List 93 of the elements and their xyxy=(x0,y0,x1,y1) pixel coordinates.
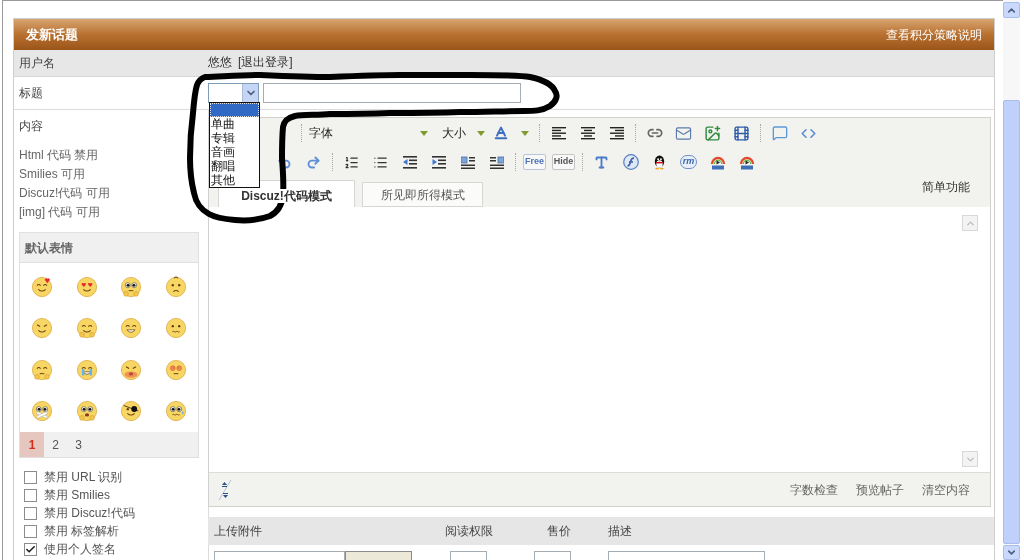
checkbox[interactable] xyxy=(24,470,37,484)
numbered-list-icon[interactable] xyxy=(344,154,359,170)
font-color-caret-icon[interactable] xyxy=(521,130,529,136)
crying-smiley-icon[interactable] xyxy=(75,358,98,381)
font-menu[interactable]: 字体 xyxy=(306,123,430,143)
type-option[interactable]: 单曲 xyxy=(210,117,259,131)
option-label: 禁用 Smilies xyxy=(44,487,110,504)
type-option[interactable]: 音画 xyxy=(210,145,259,159)
video-gauge-icon[interactable] xyxy=(738,154,755,170)
chevron-down-icon xyxy=(1006,547,1017,558)
credits-policy-link[interactable]: 查看积分策略说明 xyxy=(886,25,982,44)
editor-action-link[interactable]: 清空内容 xyxy=(922,480,970,499)
eyepatch-smiley-icon[interactable] xyxy=(120,400,143,422)
float-right-icon[interactable] xyxy=(489,155,504,169)
dizzy-smiley-icon[interactable] xyxy=(164,358,187,381)
size-menu[interactable]: 大小 xyxy=(440,123,486,143)
subject-label: 标题 xyxy=(18,85,44,102)
type-option[interactable]: 专辑 xyxy=(210,131,259,145)
content-label: 内容 xyxy=(19,118,43,135)
outdent-icon[interactable] xyxy=(402,155,417,169)
option-label: 禁用 URL 识别 xyxy=(44,469,123,486)
username-label: 用户名 xyxy=(18,55,56,72)
sweating-smiley-icon[interactable] xyxy=(164,400,187,422)
option-label: 禁用 标签解析 xyxy=(44,523,120,540)
smug-smiley-icon[interactable] xyxy=(31,317,54,339)
editor-mode-tab[interactable]: 所见即所得模式 xyxy=(362,182,483,207)
blushing-smiley-icon[interactable] xyxy=(31,275,54,298)
option-label: 禁用 Discuz!代码 xyxy=(44,505,135,522)
type-select[interactable] xyxy=(208,83,259,103)
code-status-text: [img] 代码 可用 xyxy=(19,204,100,221)
code-status-text: Discuz!代码 可用 xyxy=(19,185,110,202)
hide-tag-button[interactable]: Hide xyxy=(551,154,576,170)
free-tag-button[interactable]: Free xyxy=(523,154,546,170)
email-icon[interactable] xyxy=(675,124,692,142)
shy-smiley-icon[interactable] xyxy=(31,358,54,381)
subject-input[interactable] xyxy=(263,83,521,103)
caret-icon xyxy=(477,130,485,136)
font-icon[interactable] xyxy=(594,154,609,170)
attachments-column-heading: 售价 xyxy=(547,524,571,538)
attachments-column-heading: 描述 xyxy=(608,524,632,538)
angry-smiley-icon[interactable] xyxy=(120,358,143,381)
audio-gauge-icon[interactable] xyxy=(709,154,726,170)
checkbox[interactable] xyxy=(24,488,37,502)
align-left-icon[interactable] xyxy=(551,126,566,140)
check-icon xyxy=(25,543,36,555)
video-icon[interactable] xyxy=(733,124,750,142)
type-option[interactable] xyxy=(210,103,259,117)
description-field[interactable] xyxy=(608,551,765,560)
code-status-text: Html 代码 禁用 xyxy=(19,147,99,164)
option-label: 使用个人签名 xyxy=(44,541,116,558)
bandaged-smiley-icon[interactable] xyxy=(31,400,54,422)
smilies-title: 默认表情 xyxy=(25,239,73,257)
simple-mode-link[interactable]: 简单功能 xyxy=(922,180,970,194)
redo-icon[interactable] xyxy=(306,154,321,170)
page-link[interactable]: 2 xyxy=(44,432,67,457)
read-permission-field[interactable] xyxy=(450,551,487,560)
resize-handle-icon[interactable] xyxy=(218,478,232,501)
caret-icon xyxy=(420,130,428,136)
indent-icon[interactable] xyxy=(431,155,446,169)
panel-title: 发新话题 xyxy=(26,25,78,44)
align-center-icon[interactable] xyxy=(580,126,595,140)
attachments-column-heading: 阅读权限 xyxy=(445,524,493,538)
wide-eyed-smiley-icon[interactable] xyxy=(120,275,143,298)
page-scrollbar-thumb[interactable] xyxy=(1003,100,1020,544)
browse-button[interactable] xyxy=(345,551,412,560)
bulleted-list-icon[interactable] xyxy=(373,154,388,170)
font-color-icon[interactable] xyxy=(492,125,509,141)
type-option[interactable]: 翻唱 xyxy=(210,159,259,173)
float-left-icon[interactable] xyxy=(460,155,475,169)
price-field[interactable] xyxy=(534,551,571,560)
quote-icon[interactable] xyxy=(771,125,788,141)
nervous-smiley-icon[interactable] xyxy=(164,317,187,339)
code-status-text: Smilies 可用 xyxy=(19,166,85,183)
file-path-field[interactable] xyxy=(214,551,345,560)
image-icon[interactable] xyxy=(704,124,721,142)
pleading-smiley-icon[interactable] xyxy=(75,400,98,422)
flash-icon[interactable] xyxy=(622,154,639,170)
penguin-icon[interactable] xyxy=(652,154,667,170)
checkbox[interactable] xyxy=(24,542,37,556)
grinning-smiley-icon[interactable] xyxy=(120,317,143,339)
align-right-icon[interactable] xyxy=(609,126,624,140)
editor-action-link[interactable]: 预览帖子 xyxy=(856,480,904,499)
username-value: 悠悠 xyxy=(208,54,232,69)
page-link[interactable]: 3 xyxy=(67,432,90,457)
heart-eyes-smiley-icon[interactable] xyxy=(75,275,98,298)
happy-smiley-icon[interactable] xyxy=(75,317,98,339)
checkbox[interactable] xyxy=(24,524,37,538)
attachments-column-heading: 上传附件 xyxy=(214,524,262,538)
logout-link[interactable]: [退出登录] xyxy=(238,54,293,69)
editor-action-link[interactable]: 字数检查 xyxy=(790,480,838,499)
rm-media-button[interactable]: rm xyxy=(679,155,698,169)
checkbox[interactable] xyxy=(24,506,37,520)
worried-smiley-icon[interactable] xyxy=(164,275,187,298)
